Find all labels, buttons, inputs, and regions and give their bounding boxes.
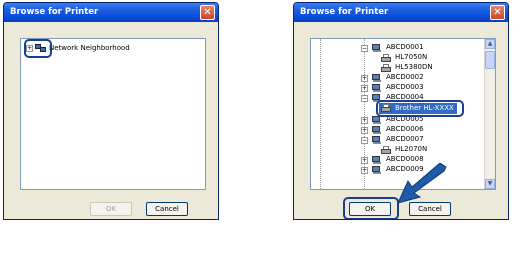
tree-item[interactable]: ABCD0001	[386, 43, 424, 52]
tree-item[interactable]: HL5380DN	[395, 63, 433, 72]
expand-icon[interactable]: +	[361, 85, 368, 92]
collapse-icon[interactable]: −	[361, 137, 368, 144]
expand-icon[interactable]: +	[361, 117, 368, 124]
browse-printer-dialog-right: Browse for Printer ✕ − ABCD0001 HL7050N …	[293, 2, 509, 220]
dialog-title: Browse for Printer	[4, 3, 218, 22]
scrollbar[interactable]: ▲ ▼	[484, 39, 495, 189]
cancel-button[interactable]: Cancel	[146, 202, 188, 216]
tree-item[interactable]: ABCD0006	[386, 125, 424, 134]
browse-printer-dialog-left: Browse for Printer ✕ + Network Neighborh…	[3, 2, 219, 220]
dialog-title: Browse for Printer	[294, 3, 508, 22]
computer-icon	[372, 44, 382, 52]
close-icon[interactable]: ✕	[200, 5, 215, 20]
arrow-icon	[398, 163, 447, 204]
scroll-thumb[interactable]	[485, 51, 495, 69]
highlight-callout	[376, 100, 464, 117]
printer-icon	[381, 64, 391, 72]
computer-icon	[372, 116, 382, 124]
expand-icon[interactable]: +	[361, 75, 368, 82]
computer-icon	[372, 126, 382, 134]
computer-icon	[372, 166, 382, 174]
computer-icon	[372, 156, 382, 164]
highlight-callout	[24, 39, 52, 58]
expand-icon[interactable]: +	[361, 157, 368, 164]
tree-item[interactable]: ABCD0007	[386, 135, 424, 144]
expand-icon[interactable]: +	[361, 167, 368, 174]
tree-item[interactable]: HL7050N	[395, 53, 427, 62]
tree-item[interactable]: ABCD0002	[386, 73, 424, 82]
highlight-callout	[343, 197, 399, 219]
collapse-icon[interactable]: −	[361, 95, 368, 102]
collapse-icon[interactable]: −	[361, 45, 368, 52]
printer-icon	[381, 54, 391, 62]
tree-item[interactable]: ABCD0003	[386, 83, 424, 92]
scroll-up-icon[interactable]: ▲	[485, 39, 495, 49]
tree-line	[320, 39, 321, 189]
computer-icon	[372, 74, 382, 82]
computer-icon	[372, 84, 382, 92]
printer-icon	[381, 146, 391, 154]
close-icon[interactable]: ✕	[490, 5, 505, 20]
printer-tree[interactable]: + Network Neighborhood	[20, 38, 206, 190]
computer-icon	[372, 136, 382, 144]
ok-button[interactable]: OK	[90, 202, 132, 216]
scroll-down-icon[interactable]: ▼	[485, 179, 495, 189]
tree-item-network-neighborhood[interactable]: Network Neighborhood	[49, 44, 130, 53]
tree-item[interactable]: HL2070N	[395, 145, 427, 154]
expand-icon[interactable]: +	[361, 127, 368, 134]
